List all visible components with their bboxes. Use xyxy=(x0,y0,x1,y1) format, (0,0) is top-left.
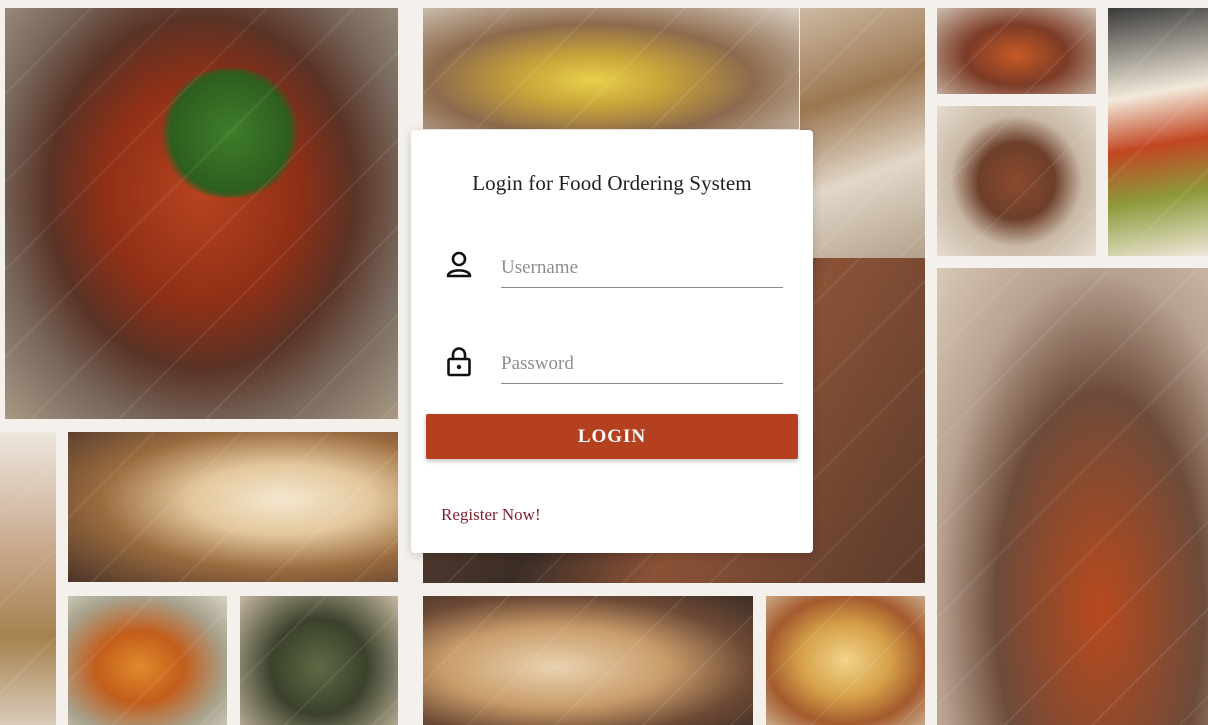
background-photo-biryani-pot xyxy=(937,268,1208,725)
background-photo-kebab xyxy=(240,596,398,725)
background-photo-curry xyxy=(5,8,398,419)
register-link[interactable]: Register Now! xyxy=(441,505,541,525)
background-photo-spice-jar xyxy=(1108,8,1208,256)
background-photo-biryani-bowl xyxy=(937,106,1096,256)
background-photo-shrimp xyxy=(68,596,227,725)
background-photo-rice xyxy=(766,596,925,725)
background-photo-left-strip xyxy=(0,432,56,725)
background-photo-naan xyxy=(68,432,398,582)
username-field-group xyxy=(445,248,783,304)
login-button[interactable]: LOGIN xyxy=(426,414,798,459)
background-photo-spices xyxy=(800,8,925,258)
background-photo-paratha xyxy=(423,596,753,725)
background-photo-stuffed-bread xyxy=(423,8,799,129)
password-field-group xyxy=(445,344,783,400)
login-card: Login for Food Ordering System LOGIN Reg… xyxy=(411,130,813,553)
password-input[interactable] xyxy=(501,344,783,384)
background-photo-platter xyxy=(937,8,1096,94)
user-icon xyxy=(445,250,473,280)
username-input[interactable] xyxy=(501,248,783,288)
lock-icon xyxy=(445,346,473,377)
login-title: Login for Food Ordering System xyxy=(472,171,752,195)
